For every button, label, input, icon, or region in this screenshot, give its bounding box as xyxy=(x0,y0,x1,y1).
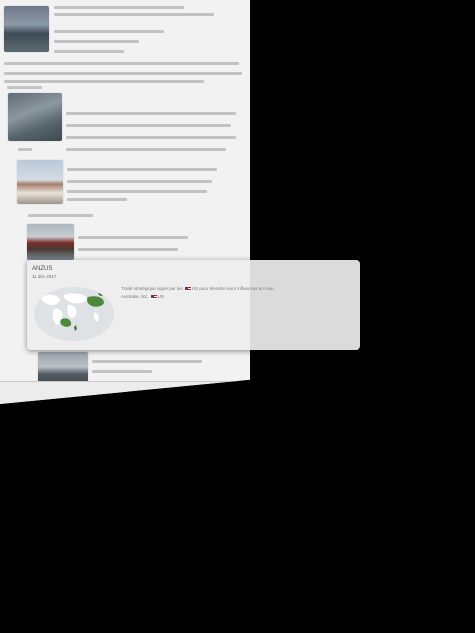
text-line xyxy=(54,50,124,53)
text-line xyxy=(54,6,184,9)
thumbnail-ship[interactable] xyxy=(27,224,74,260)
card-description: Traité stratégique signé par les US pour… xyxy=(121,286,275,291)
text-line xyxy=(4,72,242,75)
text-line xyxy=(67,168,217,171)
card-date: 11 déc 2017 xyxy=(32,274,57,279)
text-line xyxy=(54,40,139,43)
world-map-icon xyxy=(34,287,114,341)
description-country: US xyxy=(191,286,199,291)
text-line xyxy=(66,136,236,139)
text-line xyxy=(92,360,202,363)
text-line xyxy=(54,13,214,16)
text-line xyxy=(4,80,204,83)
card-members: Australie, NZ, US xyxy=(121,294,164,299)
text-line xyxy=(67,190,207,193)
text-line xyxy=(66,124,231,127)
us-flag-icon xyxy=(184,286,191,291)
text-line xyxy=(67,180,212,183)
text-line xyxy=(66,148,226,151)
card-title: ANZUS xyxy=(32,266,53,272)
text-line xyxy=(67,198,127,201)
text-line xyxy=(28,214,93,217)
text-line xyxy=(92,370,152,373)
text-line xyxy=(54,30,164,33)
members-list: Australie, NZ, xyxy=(121,294,149,299)
us-flag-icon xyxy=(150,294,157,299)
event-detail-card[interactable]: ANZUS 11 déc 2017 Traité stratégique sig… xyxy=(27,260,360,350)
text-line xyxy=(4,62,239,65)
thumbnail-city[interactable] xyxy=(4,6,49,52)
description-text-start: Traité stratégique signé par les xyxy=(121,286,183,291)
members-us: US xyxy=(157,294,164,299)
text-line xyxy=(78,236,188,239)
text-line xyxy=(66,112,236,115)
text-line xyxy=(18,148,32,151)
thumbnail-aerial[interactable] xyxy=(8,93,62,141)
timeline-axis[interactable] xyxy=(0,381,250,404)
text-line xyxy=(78,248,178,251)
text-line xyxy=(7,86,42,89)
screen: ANZUS 11 déc 2017 Traité stratégique sig… xyxy=(0,0,475,633)
world-map-image xyxy=(34,287,114,341)
thumbnail-building[interactable] xyxy=(17,160,63,204)
description-text-end: pour étendre leurs influences en Asie. xyxy=(199,286,275,291)
